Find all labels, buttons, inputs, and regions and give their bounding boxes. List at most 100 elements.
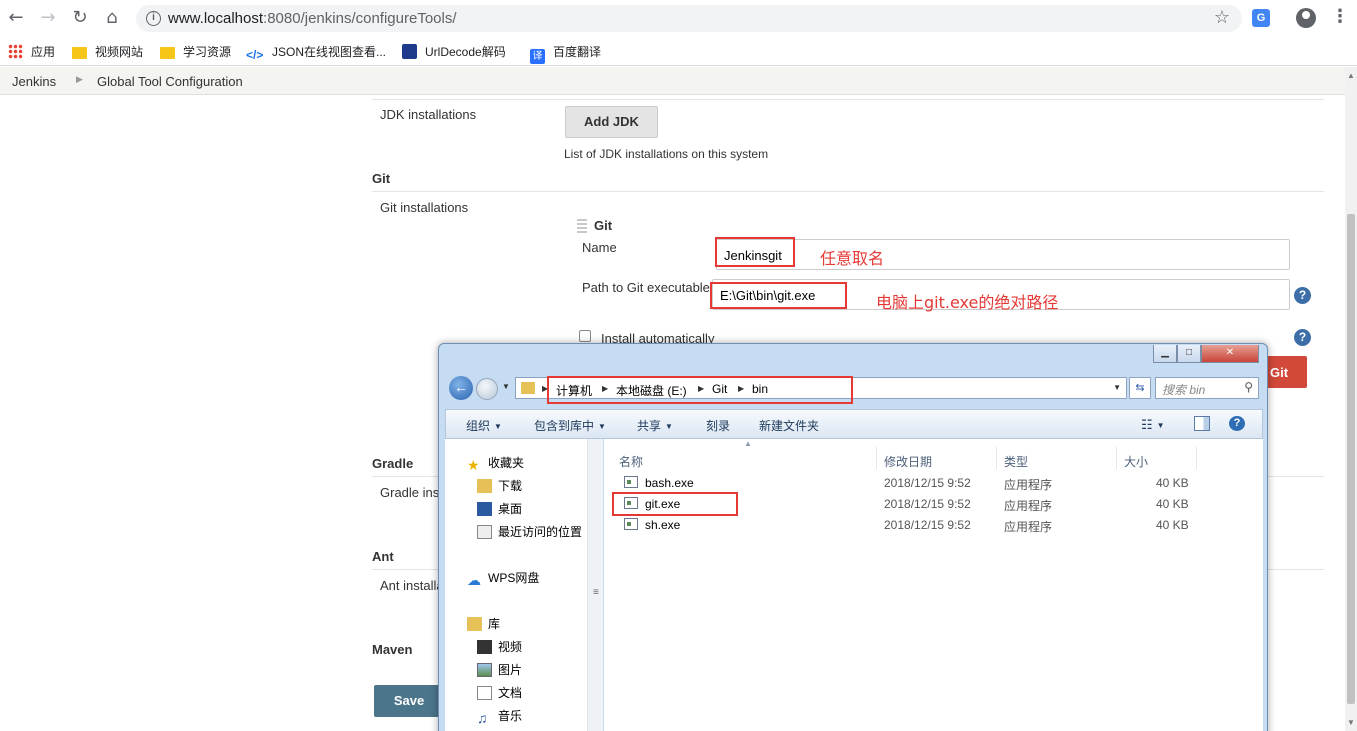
help-icon[interactable]: ? — [1294, 287, 1311, 304]
column-separator[interactable] — [876, 447, 877, 469]
drag-handle-icon[interactable] — [577, 219, 587, 233]
maximize-icon[interactable]: □ — [1177, 345, 1201, 363]
nav-documents[interactable]: 文档 — [477, 684, 522, 701]
baidu-translate-icon: 译 — [530, 49, 545, 64]
git-name-input[interactable]: Jenkinsgit — [716, 239, 1290, 270]
nav-wps-cloud[interactable]: ☁ WPS网盘 — [467, 569, 539, 587]
home-icon[interactable]: ⌂ — [100, 6, 124, 30]
scroll-up-arrow-icon[interactable]: ▲ — [1347, 71, 1355, 80]
include-in-library-menu[interactable]: 包含到库中 ▼ — [534, 417, 606, 434]
view-options-icon[interactable]: ☷ ▼ — [1141, 417, 1165, 433]
browser-menu-icon[interactable]: ⋮ — [1331, 6, 1349, 27]
bookmark-label: 百度翻译 — [553, 45, 602, 59]
bookmark-urldecode[interactable]: UrlDecode解码 — [402, 43, 506, 60]
bookmark-baidu-translate[interactable]: 译百度翻译 — [530, 43, 601, 64]
scrollbar-grip-icon[interactable]: ≡ — [593, 587, 599, 598]
nav-pictures[interactable]: 图片 — [477, 661, 522, 678]
minimize-icon[interactable]: ▁ — [1153, 345, 1177, 363]
bookmark-apps[interactable]: 应用 — [8, 43, 55, 60]
search-icon[interactable]: ⚲ — [1244, 380, 1253, 394]
google-translate-icon[interactable]: G — [1252, 9, 1270, 27]
column-separator[interactable] — [1196, 447, 1197, 469]
command-label: 组织 — [466, 419, 491, 433]
git-name-label: Name — [582, 240, 617, 255]
back-arrow-icon[interactable]: ← — [4, 6, 28, 30]
ant-installations-label: Ant installa — [380, 578, 444, 593]
help-icon[interactable]: ? — [1229, 416, 1245, 431]
column-separator[interactable] — [996, 447, 997, 469]
nav-pane-scrollbar[interactable]: ≡ — [587, 439, 603, 731]
history-dropdown-icon[interactable]: ▼ — [502, 382, 510, 391]
column-separator[interactable] — [1116, 447, 1117, 469]
json-icon: </> — [246, 48, 264, 62]
divider — [372, 99, 1324, 100]
profile-avatar-icon[interactable] — [1296, 8, 1316, 28]
help-icon[interactable]: ? — [1294, 329, 1311, 346]
page-scrollbar[interactable]: ▲ ▼ — [1345, 67, 1357, 731]
share-menu[interactable]: 共享 ▼ — [637, 417, 673, 434]
forward-arrow-icon[interactable] — [476, 378, 498, 400]
new-folder-button[interactable]: 新建文件夹 — [759, 417, 819, 434]
file-size: 40 KB — [1156, 476, 1189, 490]
bookmark-star-icon[interactable]: ☆ — [1214, 7, 1230, 28]
file-modified: 2018/12/15 9:52 — [884, 476, 971, 490]
scroll-down-arrow-icon[interactable]: ▼ — [1347, 718, 1355, 727]
chevron-down-icon: ▼ — [665, 422, 673, 431]
file-row[interactable]: bash.exe 2018/12/15 9:52 应用程序 40 KB — [604, 473, 1204, 493]
nav-label: 下载 — [498, 479, 523, 493]
explorer-search-input[interactable]: 搜索 bin ⚲ — [1155, 377, 1259, 399]
file-row[interactable]: sh.exe 2018/12/15 9:52 应用程序 40 KB — [604, 515, 1204, 535]
git-path-label: Path to Git executable — [582, 280, 710, 295]
git-section-title: Git — [372, 171, 391, 186]
breadcrumb-jenkins[interactable]: Jenkins — [12, 74, 56, 89]
close-icon[interactable]: ✕ — [1201, 345, 1259, 363]
browser-toolbar: ← → ↻ ⌂ i www.localhost:8080/jenkins/con… — [0, 0, 1357, 36]
search-placeholder: 搜索 bin — [1162, 383, 1206, 397]
url-host: www.localhost — [168, 10, 264, 27]
back-arrow-icon[interactable]: ← — [449, 376, 473, 400]
reload-icon[interactable]: ↻ — [68, 6, 92, 30]
refresh-icon[interactable]: ⇆ — [1129, 377, 1151, 399]
organize-menu[interactable]: 组织 ▼ — [466, 417, 502, 434]
column-header-modified[interactable]: 修改日期 — [884, 453, 932, 470]
column-header-size[interactable]: 大小 — [1124, 453, 1148, 470]
url-text[interactable]: www.localhost:8080/jenkins/configureTool… — [168, 10, 457, 27]
nav-favorites[interactable]: ★ 收藏夹 — [467, 454, 524, 472]
column-header-name[interactable]: 名称 — [619, 453, 643, 470]
column-header-type[interactable]: 类型 — [1004, 453, 1028, 470]
address-dropdown-icon[interactable]: ▼ — [1113, 383, 1121, 392]
save-button[interactable]: Save — [374, 685, 444, 717]
forward-arrow-icon[interactable]: → — [36, 6, 60, 30]
nav-videos[interactable]: 视频 — [477, 638, 522, 655]
site-info-icon[interactable]: i — [146, 11, 161, 26]
address-bar[interactable]: i www.localhost:8080/jenkins/configureTo… — [136, 5, 1242, 32]
desktop-icon — [477, 502, 492, 516]
cloud-icon: ☁ — [467, 572, 481, 588]
file-size: 40 KB — [1156, 518, 1189, 532]
nav-desktop[interactable]: 桌面 — [477, 500, 522, 517]
scrollbar-thumb[interactable] — [1347, 214, 1355, 704]
bookmark-label: 应用 — [31, 45, 56, 59]
divider — [372, 191, 1324, 192]
add-jdk-button[interactable]: Add JDK — [565, 106, 658, 138]
nav-recent-places[interactable]: 最近访问的位置 — [477, 523, 582, 540]
annotation-path-note: 电脑上git.exe的绝对路径 — [876, 293, 1059, 312]
nav-label: 图片 — [498, 663, 523, 677]
bookmark-learning[interactable]: 学习资源 — [160, 43, 231, 60]
breadcrumb-global-tool-configuration[interactable]: Global Tool Configuration — [97, 74, 243, 89]
folder-icon — [72, 47, 87, 59]
burn-button[interactable]: 刻录 — [706, 417, 730, 434]
nav-music[interactable]: ♫ 音乐 — [477, 707, 522, 725]
file-explorer-window[interactable]: ▁ □ ✕ ← ▼ ▶ 计算机 ▶ 本地磁盘 (E:) ▶ Git ▶ bin … — [438, 343, 1268, 731]
nav-libraries[interactable]: 库 — [467, 615, 500, 632]
jdk-installations-label: JDK installations — [380, 107, 477, 122]
install-automatically-checkbox[interactable] — [579, 330, 591, 342]
breadcrumb-separator-icon[interactable]: ▶ — [76, 74, 83, 85]
bookmark-json[interactable]: </> JSON在线视图查看... — [246, 43, 386, 63]
file-type: 应用程序 — [1004, 520, 1053, 534]
preview-pane-icon[interactable] — [1194, 416, 1210, 431]
command-label: 共享 — [637, 419, 662, 433]
bookmark-video[interactable]: 视频网站 — [72, 43, 143, 60]
nav-downloads[interactable]: 下载 — [477, 477, 522, 494]
pictures-library-icon — [477, 663, 492, 677]
